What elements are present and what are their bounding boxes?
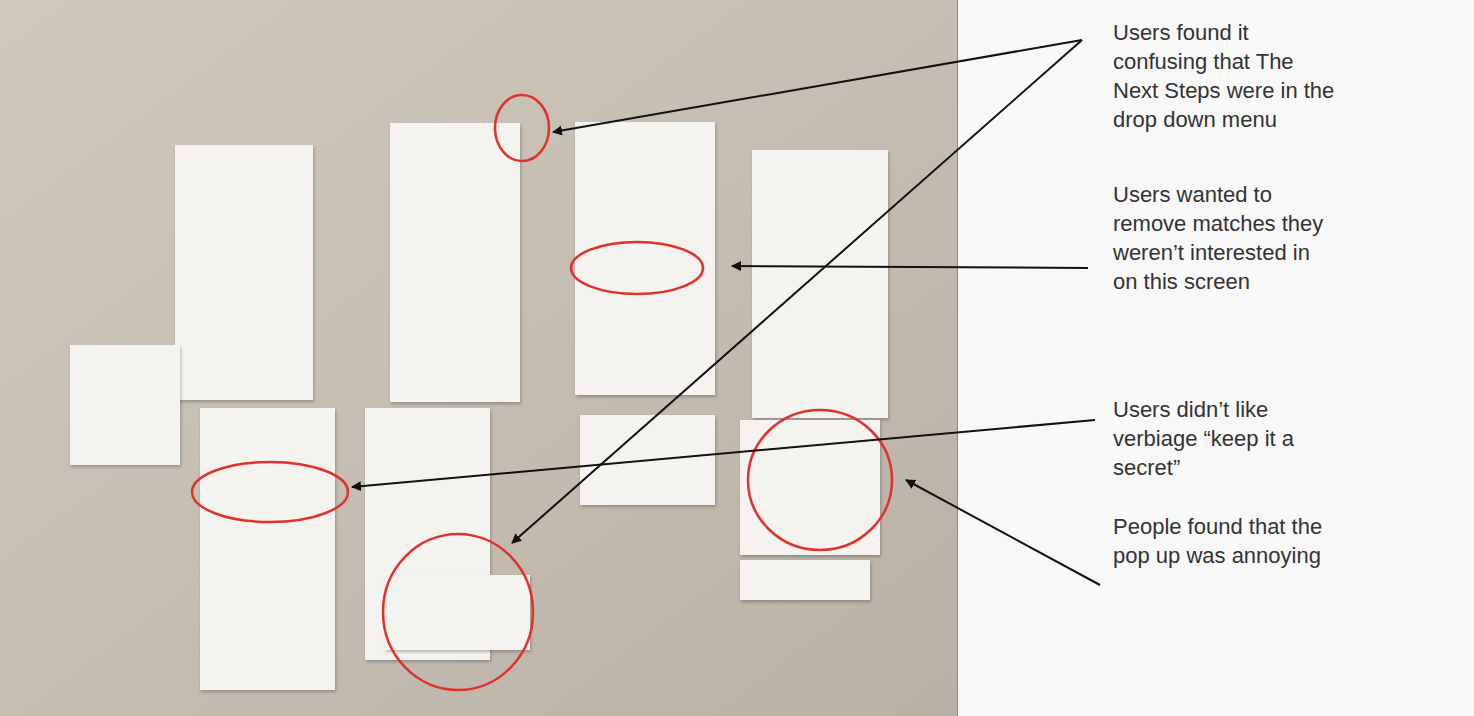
callout-overlay xyxy=(0,0,1474,716)
arrow-icon xyxy=(352,420,1095,487)
annotation: Users didn’t likeverbiage “keep it asecr… xyxy=(1113,395,1466,482)
arrow-icon xyxy=(906,480,1100,585)
arrow-icon xyxy=(553,40,1082,132)
arrow-icon xyxy=(512,40,1082,543)
paper-sketch xyxy=(740,560,870,600)
paper-sketch xyxy=(175,145,313,400)
paper-sketch xyxy=(752,150,888,418)
paper-sketch xyxy=(580,415,715,505)
highlight-circle xyxy=(748,410,892,550)
arrow-icon xyxy=(732,266,1088,268)
paper-sketch xyxy=(740,420,880,555)
slide: Users found itconfusing that TheNext Ste… xyxy=(0,0,1474,716)
paper-sketch xyxy=(200,408,335,690)
highlight-circle xyxy=(383,534,533,690)
annotation: People found that thepop up was annoying xyxy=(1113,512,1466,570)
prototype-photo xyxy=(0,0,957,716)
highlight-circle xyxy=(571,242,703,294)
paper-sketch xyxy=(390,123,520,402)
annotation-panel: Users found itconfusing that TheNext Ste… xyxy=(958,0,1474,716)
highlight-circle xyxy=(495,95,549,161)
annotation: Users wanted toremove matches theyweren’… xyxy=(1113,180,1466,296)
paper-sketch xyxy=(575,122,715,395)
highlight-circle xyxy=(192,462,348,522)
paper-sketch xyxy=(70,345,180,465)
paper-sketch xyxy=(385,575,530,650)
annotation: Users found itconfusing that TheNext Ste… xyxy=(1113,18,1466,134)
divider xyxy=(957,0,958,716)
